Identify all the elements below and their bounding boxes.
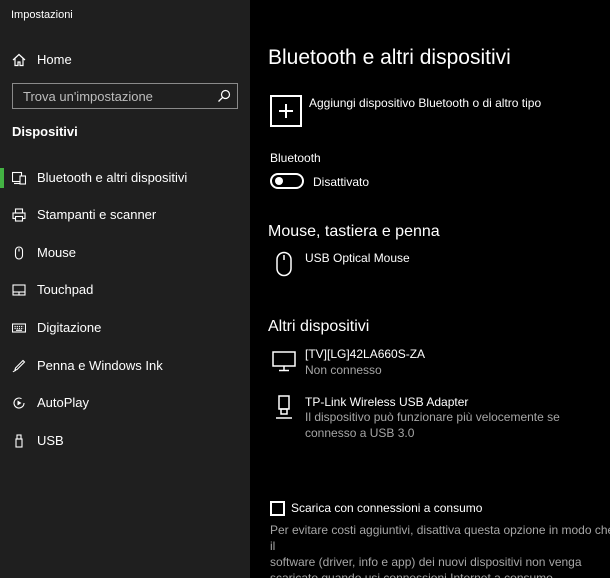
- sidebar-item-label: Touchpad: [37, 282, 94, 297]
- page-title: Bluetooth e altri dispositivi: [268, 46, 511, 69]
- metered-description-line-1: Per evitare costi aggiuntivi, disattiva …: [270, 523, 610, 553]
- sidebar-item-label: Penna e Windows Ink: [37, 358, 163, 373]
- sidebar-item-mouse[interactable]: Mouse: [0, 238, 250, 268]
- toggle-knob: [275, 177, 283, 185]
- pen-icon: [12, 359, 26, 373]
- sidebar-item-printers[interactable]: Stampanti e scanner: [0, 200, 250, 230]
- sidebar-item-label: Home: [37, 52, 72, 67]
- main-content: Bluetooth e altri dispositivi Aggiungi d…: [250, 0, 610, 578]
- sidebar-item-typing[interactable]: Digitazione: [0, 313, 250, 343]
- metered-description-line-2: software (driver, info e app) dei nuovi …: [270, 555, 582, 569]
- metered-connection-label[interactable]: Scarica con connessioni a consumo: [291, 501, 482, 515]
- sidebar-item-label: Bluetooth e altri dispositivi: [37, 170, 188, 185]
- selection-indicator: [0, 168, 4, 188]
- device-name: TP-Link Wireless USB Adapter: [305, 395, 469, 409]
- monitor-icon: [272, 351, 296, 372]
- usb-adapter-icon: [276, 395, 292, 419]
- device-status: Non connesso: [305, 363, 382, 377]
- metered-description: Per evitare costi aggiuntivi, disattiva …: [270, 522, 610, 578]
- bluetooth-devices-icon: [12, 171, 26, 185]
- search-icon[interactable]: [217, 89, 231, 103]
- sidebar-item-pen[interactable]: Penna e Windows Ink: [0, 351, 250, 381]
- sidebar-item-touchpad[interactable]: Touchpad: [0, 275, 250, 305]
- sidebar-item-bluetooth[interactable]: Bluetooth e altri dispositivi: [0, 163, 250, 193]
- add-device-button[interactable]: [270, 95, 302, 127]
- other-section-title: Altri dispositivi: [268, 318, 370, 335]
- device-name: [TV][LG]42LA660S-ZA: [305, 347, 426, 361]
- add-device-label[interactable]: Aggiungi dispositivo Bluetooth o di altr…: [309, 96, 541, 110]
- mouse-device-icon: [276, 251, 292, 277]
- sidebar-item-autoplay[interactable]: AutoPlay: [0, 388, 250, 418]
- section-title: Dispositivi: [12, 124, 78, 139]
- sidebar-item-label: Stampanti e scanner: [37, 207, 157, 222]
- search-input[interactable]: [13, 84, 213, 108]
- sidebar-item-label: Digitazione: [37, 320, 102, 335]
- keyboard-icon: [12, 323, 26, 333]
- sidebar-item-label: AutoPlay: [37, 395, 90, 410]
- touchpad-icon: [12, 284, 26, 296]
- metered-description-line-3: scaricato quando usi connessioni Interne…: [270, 571, 557, 578]
- sidebar-item-usb[interactable]: USB: [0, 426, 250, 456]
- device-status-line-2: connesso a USB 3.0: [305, 426, 415, 440]
- sidebar: Impostazioni Home Dispositivi Bluetooth …: [0, 0, 250, 578]
- device-name: USB Optical Mouse: [305, 251, 410, 265]
- app-title: Impostazioni: [11, 9, 73, 21]
- sidebar-item-label: USB: [37, 433, 64, 448]
- bluetooth-toggle[interactable]: [270, 173, 304, 189]
- usb-icon: [15, 434, 23, 448]
- device-status-line-1: Il dispositivo può funzionare più veloce…: [305, 410, 560, 424]
- mouse-icon: [14, 246, 24, 260]
- bluetooth-label: Bluetooth: [270, 151, 321, 165]
- home-icon: [12, 53, 26, 67]
- bluetooth-state-label: Disattivato: [313, 175, 370, 189]
- autoplay-icon: [13, 397, 25, 409]
- search-box: [12, 83, 238, 109]
- sidebar-item-label: Mouse: [37, 245, 77, 260]
- sidebar-item-home[interactable]: Home: [0, 47, 250, 73]
- mouse-section-title: Mouse, tastiera e penna: [268, 223, 440, 240]
- printer-icon: [12, 208, 26, 222]
- metered-connection-checkbox[interactable]: [270, 501, 285, 516]
